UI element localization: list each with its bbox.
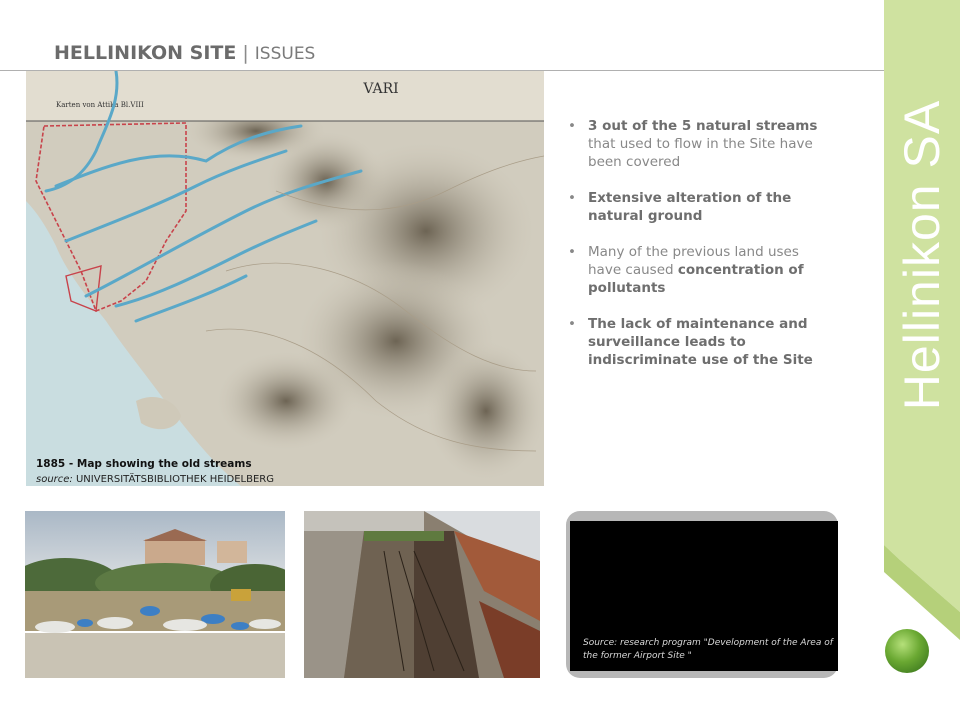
page-title-main: HELLINIKON SITE: [54, 42, 237, 64]
list-item-text: that used to flow in the Site have been …: [588, 136, 813, 170]
photo-dumped-waste: [25, 511, 285, 678]
list-item: Extensive alteration of the natural grou…: [568, 189, 818, 225]
map-caption: 1885 - Map showing the old streams: [36, 458, 252, 470]
map-source: source: UNIVERSITÄTSBIBLIOTHEK HEIDELBER…: [36, 474, 274, 485]
map-source-name: UNIVERSITÄTSBIBLIOTHEK HEIDELBERG: [75, 474, 274, 485]
map-header-band: [26, 71, 544, 121]
historic-map: VARI Karten von Attika Bl.VIII: [26, 71, 544, 486]
list-item-bold: Extensive alteration of the natural grou…: [588, 190, 792, 224]
photo-derelict-building: [304, 511, 540, 678]
list-item: The lack of maintenance and surveillance…: [568, 315, 818, 369]
list-item: Many of the previous land uses have caus…: [568, 243, 818, 297]
map-left-label: Karten von Attika Bl.VIII: [56, 101, 144, 109]
page-subtitle: ISSUES: [254, 44, 316, 64]
list-item-bold: 3 out of the 5 natural streams: [588, 118, 818, 134]
map-hill: [426, 341, 544, 481]
brand-logo-icon: [885, 629, 929, 673]
issues-list: 3 out of the 5 natural streams that used…: [568, 117, 818, 387]
page-title: HELLINIKON SITE | ISSUES: [54, 42, 315, 64]
map-illustration: VARI Karten von Attika Bl.VIII: [26, 71, 544, 486]
map-source-prefix: source:: [36, 474, 73, 485]
list-item-bold: The lack of maintenance and surveillance…: [588, 316, 813, 368]
brand-name: Hellinikon SA: [894, 99, 950, 411]
map-top-title: VARI: [362, 81, 398, 97]
list-item: 3 out of the 5 natural streams that used…: [568, 117, 818, 171]
photo-source: Source: research program "Development of…: [583, 638, 833, 661]
title-separator: |: [242, 42, 249, 64]
